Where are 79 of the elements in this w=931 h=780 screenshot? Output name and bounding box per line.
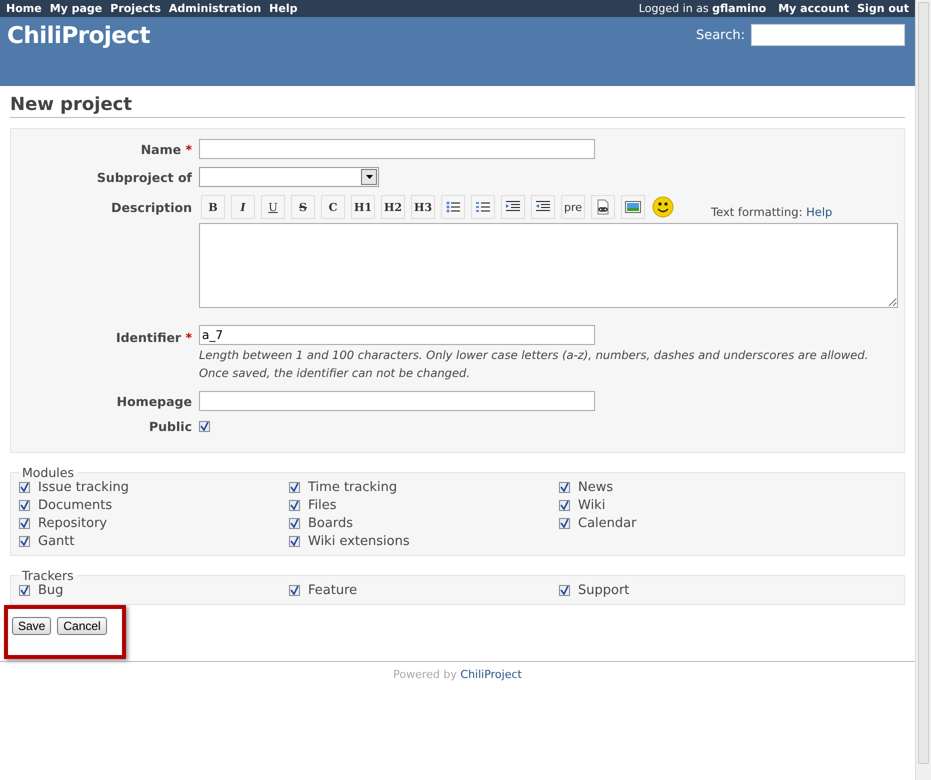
formatting-text: Text formatting: Help xyxy=(711,205,832,219)
checkbox-label: Documents xyxy=(38,498,112,513)
bullet-list-icon[interactable] xyxy=(441,195,465,219)
checkbox-label: Support xyxy=(578,583,630,598)
top-menu-link[interactable]: My account xyxy=(778,2,850,15)
top-menu-link[interactable]: Help xyxy=(269,2,298,15)
fieldset-legend: Modules xyxy=(19,465,77,480)
checkbox[interactable] xyxy=(289,500,300,511)
site-title[interactable]: ChiliProject xyxy=(7,23,150,49)
checkbox-label: Gantt xyxy=(38,534,74,549)
format-button[interactable]: H3 xyxy=(411,195,435,219)
top-menu-link[interactable]: My page xyxy=(50,2,102,15)
help-link[interactable]: Help xyxy=(806,205,832,219)
image-icon[interactable] xyxy=(621,195,645,219)
scrollbar[interactable] xyxy=(915,0,931,780)
homepage-field[interactable] xyxy=(199,391,595,411)
hint-text: Length between 1 and 100 characters. Only lower case letters (a-z), numbers, dashes and underscores are allowed. xyxy=(199,348,868,363)
checkbox[interactable] xyxy=(19,518,30,529)
checkbox[interactable] xyxy=(19,536,30,547)
logged-in-text: Logged in as gflamino xyxy=(638,2,766,15)
numbered-list-icon[interactable] xyxy=(471,195,495,219)
format-button[interactable]: S xyxy=(291,195,315,219)
field-label: Identifier * xyxy=(114,329,193,345)
format-button[interactable]: U xyxy=(261,195,285,219)
format-button[interactable]: H2 xyxy=(381,195,405,219)
checkbox-label: Files xyxy=(308,498,337,513)
checkbox-label: Feature xyxy=(308,583,358,598)
form-button[interactable]: Cancel xyxy=(57,617,107,635)
description-field[interactable] xyxy=(199,223,898,308)
form-button[interactable]: Save xyxy=(12,617,52,635)
format-button[interactable]: pre xyxy=(561,195,585,219)
checkbox-label: Wiki xyxy=(578,498,606,513)
field-label: Homepage xyxy=(116,394,193,408)
search-label: Search: xyxy=(696,28,745,42)
checkbox[interactable] xyxy=(19,585,30,596)
top-menu-link[interactable]: Sign out xyxy=(857,2,909,15)
footer-text: Powered by ChiliProject xyxy=(393,668,522,681)
page-title: New project xyxy=(10,94,905,118)
checkbox[interactable] xyxy=(289,536,300,547)
checkbox[interactable] xyxy=(289,482,300,493)
checkbox-label: Repository xyxy=(38,516,108,531)
indent-icon[interactable] xyxy=(501,195,525,219)
field-label: Subproject of xyxy=(96,170,193,184)
checkbox[interactable] xyxy=(559,482,570,493)
format-button[interactable]: I xyxy=(231,195,255,219)
fieldset-legend: Trackers xyxy=(19,568,77,583)
checkbox-label: Boards xyxy=(308,516,353,531)
checkbox[interactable] xyxy=(559,518,570,529)
checkbox[interactable] xyxy=(199,421,210,432)
field-label: Name * xyxy=(140,142,193,156)
outdent-icon[interactable] xyxy=(531,195,555,219)
checkbox[interactable] xyxy=(19,500,30,511)
top-menu-link[interactable]: Administration xyxy=(168,2,262,15)
format-button[interactable]: B xyxy=(201,195,225,219)
footer-link[interactable]: ChiliProject xyxy=(460,668,522,681)
checkbox-label: Issue tracking xyxy=(38,480,129,495)
checkbox[interactable] xyxy=(289,585,300,596)
field-label: Public xyxy=(148,419,193,434)
checkbox[interactable] xyxy=(289,518,300,529)
name-field[interactable] xyxy=(199,139,595,159)
link-icon[interactable] xyxy=(591,195,615,219)
subproject-dropdown[interactable] xyxy=(199,167,379,187)
identifier-field[interactable]: a_7 xyxy=(199,325,595,345)
format-button[interactable]: H1 xyxy=(351,195,375,219)
smiley-icon[interactable] xyxy=(651,195,675,219)
checkbox-label: Time tracking xyxy=(308,480,398,495)
search-field[interactable] xyxy=(751,24,905,46)
checkbox[interactable] xyxy=(559,585,570,596)
top-menu-link[interactable]: Home xyxy=(6,2,42,15)
field-label: Description xyxy=(110,199,193,215)
checkbox[interactable] xyxy=(559,500,570,511)
checkbox-label: News xyxy=(578,480,614,495)
hint-text: Once saved, the identifier can not be changed. xyxy=(199,366,472,381)
top-menu-link[interactable]: Projects xyxy=(110,2,161,15)
checkbox-label: Bug xyxy=(38,583,64,598)
checkbox-label: Wiki extensions xyxy=(308,534,410,549)
checkbox[interactable] xyxy=(19,482,30,493)
format-button[interactable]: C xyxy=(321,195,345,219)
checkbox-label: Calendar xyxy=(578,516,636,531)
